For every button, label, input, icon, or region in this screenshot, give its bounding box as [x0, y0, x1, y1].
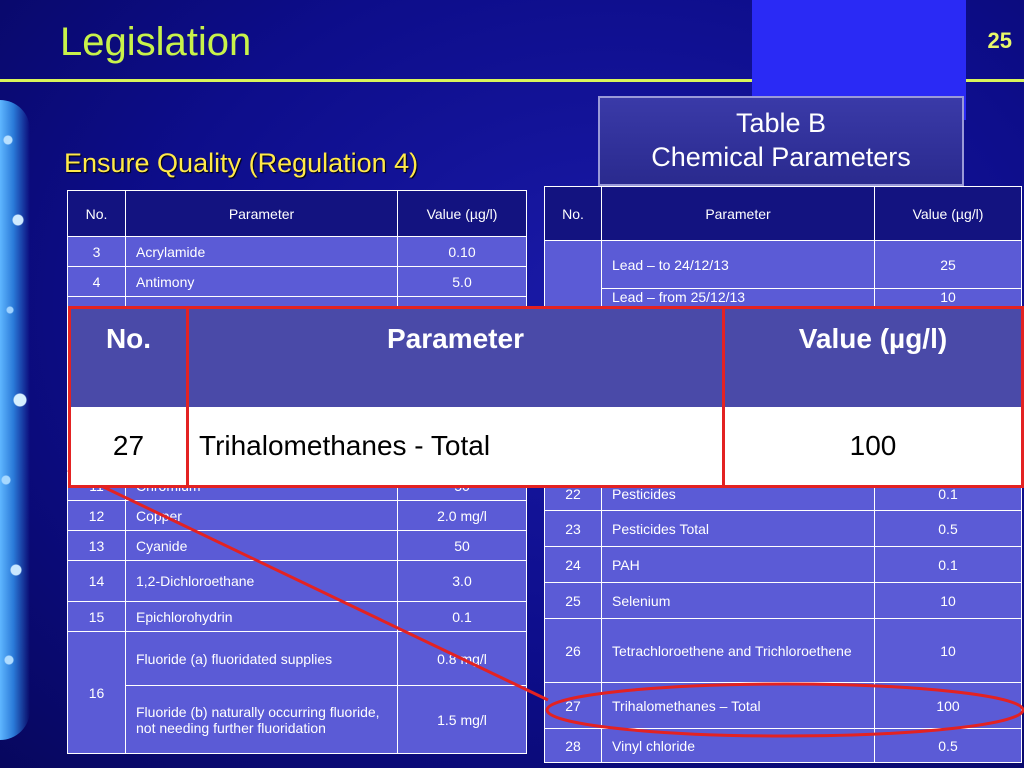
cell-value: 2.0 mg/l	[397, 500, 527, 531]
cell-no: 25	[544, 582, 602, 619]
table-row: 26 Tetrachloroethene and Trichloroethene…	[544, 618, 1022, 683]
col-header-value: Value (µg/l)	[397, 190, 527, 237]
cell-parameter: Trihalomethanes – Total	[601, 682, 875, 729]
table-row: 25 Selenium 10	[544, 582, 1022, 619]
cell-parameter: Vinyl chloride	[601, 728, 875, 763]
zoomed-header-no: No.	[71, 309, 189, 407]
cell-parameter: Lead – to 24/12/13	[601, 240, 875, 289]
cell-no: 27	[544, 682, 602, 729]
table-row: 23 Pesticides Total 0.5	[544, 510, 1022, 547]
cell-value: 0.1	[397, 601, 527, 632]
cell-no: 4	[67, 266, 126, 297]
zoomed-header-row: No. Parameter Value (µg/l)	[71, 309, 1021, 407]
table-row-highlighted: 27 Trihalomethanes – Total 100	[544, 682, 1022, 729]
zoomed-header-parameter: Parameter	[189, 309, 725, 407]
cell-parameter: Epichlorohydrin	[125, 601, 398, 632]
table-b-line2: Chemical Parameters	[651, 142, 911, 172]
table-header-row: No. Parameter Value (µg/l)	[67, 190, 527, 237]
cell-value: 5.0	[397, 266, 527, 297]
cell-no: 13	[67, 530, 126, 561]
page-number: 25	[987, 28, 1012, 53]
cell-value: 0.5	[874, 728, 1022, 763]
table-row: 13 Cyanide 50	[67, 530, 527, 561]
cell-value: 0.1	[874, 546, 1022, 583]
cell-value: 10	[874, 582, 1022, 619]
table-row: 28 Vinyl chloride 0.5	[544, 728, 1022, 763]
table-row: 12 Copper 2.0 mg/l	[67, 500, 527, 531]
table-row: Fluoride (b) naturally occurring fluorid…	[68, 685, 527, 754]
table-row: 14 1,2-Dichloroethane 3.0	[67, 560, 527, 602]
zoomed-highlight-table: No. Parameter Value (µg/l) 27 Trihalomet…	[68, 306, 1024, 488]
cell-no: 23	[544, 510, 602, 547]
table-row: 15 Epichlorohydrin 0.1	[67, 601, 527, 632]
zoomed-cell-parameter: Trihalomethanes - Total	[189, 407, 725, 485]
cell-no: 26	[544, 618, 602, 683]
table-header-row: No. Parameter Value (µg/l)	[544, 186, 1022, 241]
table-b-caption: Table B Chemical Parameters	[598, 96, 964, 186]
col-header-no: No.	[544, 186, 602, 241]
section-subtitle: Ensure Quality (Regulation 4)	[64, 148, 419, 178]
cell-parameter: Tetrachloroethene and Trichloroethene	[601, 618, 875, 683]
cell-parameter: PAH	[601, 546, 875, 583]
cell-no: 28	[544, 728, 602, 763]
cell-parameter: Cyanide	[125, 530, 398, 561]
zoomed-data-row: 27 Trihalomethanes - Total 100	[71, 407, 1021, 485]
cell-value: 25	[874, 240, 1022, 289]
cell-value: 0.10	[397, 236, 527, 267]
cell-value: 0.5	[874, 510, 1022, 547]
cell-no: 14	[67, 560, 126, 602]
table-row: 24 PAH 0.1	[544, 546, 1022, 583]
cell-parameter: Antimony	[125, 266, 398, 297]
cell-parameter: 1,2-Dichloroethane	[125, 560, 398, 602]
cell-no: 24	[544, 546, 602, 583]
zoomed-cell-no: 27	[71, 407, 189, 485]
cell-value: 50	[397, 530, 527, 561]
col-header-no: No.	[67, 190, 126, 237]
table-b-line1: Table B	[735, 108, 827, 138]
zoomed-cell-value: 100	[849, 430, 897, 461]
table-row: 4 Antimony 5.0	[67, 266, 527, 297]
col-header-parameter: Parameter	[601, 186, 875, 241]
cell-parameter: Acrylamide	[125, 236, 398, 267]
cell-parameter: Copper	[125, 500, 398, 531]
cell-value: 0.8 mg/l	[397, 631, 527, 686]
table-row: 17 Lead – to 24/12/13 25	[544, 240, 1022, 477]
cell-parameter: Pesticides Total	[601, 510, 875, 547]
cell-no: 3	[67, 236, 126, 267]
cell-value: 3.0	[397, 560, 527, 602]
cell-value: 1.5 mg/l	[397, 685, 527, 754]
cell-parameter: Fluoride (b) naturally occurring fluorid…	[125, 685, 398, 754]
table-row: 3 Acrylamide 0.10	[67, 236, 527, 267]
cell-no: 12	[67, 500, 126, 531]
cell-parameter: Fluoride (a) fluoridated supplies	[125, 631, 398, 686]
slide-title: Legislation	[60, 20, 252, 64]
cell-value: 10	[874, 618, 1022, 683]
col-header-value: Value (µg/l)	[874, 186, 1022, 241]
zoomed-header-value: Value (µg/l)	[798, 323, 948, 354]
cell-no: 16	[67, 631, 126, 754]
cell-no: 15	[67, 601, 126, 632]
table-row: 16 Fluoride (a) fluoridated supplies 0.8…	[67, 631, 527, 754]
decorative-droplets	[0, 100, 30, 740]
col-header-parameter: Parameter	[125, 190, 398, 237]
cell-value: 100	[874, 682, 1022, 729]
cell-parameter: Selenium	[601, 582, 875, 619]
